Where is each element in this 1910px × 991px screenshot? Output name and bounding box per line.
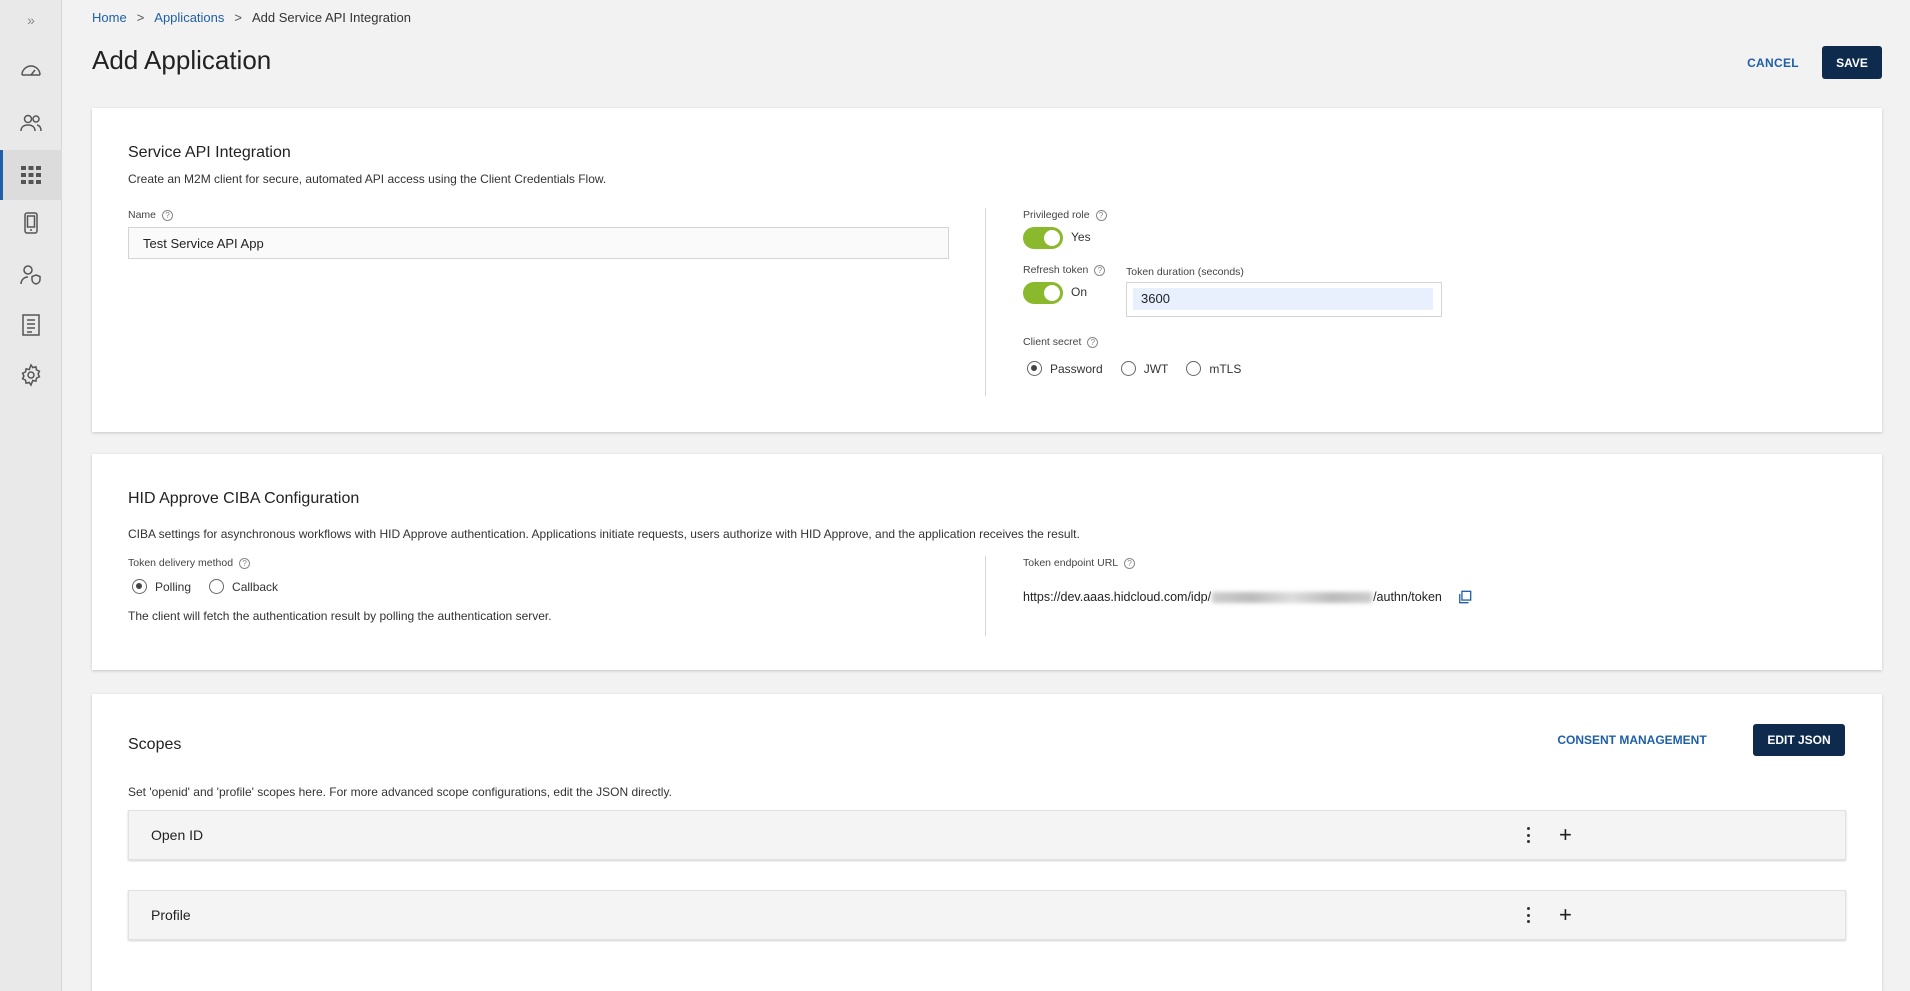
breadcrumb-separator: > (234, 10, 242, 25)
client-secret-radio-group: Password JWT mTLS (1027, 361, 1241, 376)
copy-icon[interactable] (1458, 590, 1472, 604)
device-icon (24, 212, 38, 234)
radio-callback[interactable]: Callback (209, 579, 278, 594)
section-title: Scopes (128, 736, 182, 753)
help-icon[interactable]: ? (1094, 264, 1106, 276)
radio-button-checked[interactable] (132, 579, 147, 594)
scope-label: Open ID (151, 827, 204, 843)
token-duration-value[interactable]: 3600 (1133, 288, 1433, 310)
service-api-card: Service API Integration Create an M2M cl… (92, 108, 1882, 432)
sidebar-item-users[interactable] (0, 98, 62, 148)
name-input[interactable] (128, 227, 949, 259)
users-icon (20, 114, 42, 132)
privileged-role-state: Yes (1071, 230, 1091, 244)
reports-icon (22, 314, 40, 336)
refresh-token-label-text: Refresh token (1023, 264, 1089, 276)
section-description: Set 'openid' and 'profile' scopes here. … (128, 785, 672, 799)
endpoint-url-prefix: https://dev.aaas.hidcloud.com/idp/ (1023, 590, 1212, 604)
refresh-token-toggle[interactable] (1023, 282, 1063, 304)
refresh-token-state: On (1071, 285, 1088, 299)
user-shield-icon (20, 265, 41, 285)
ciba-card: HID Approve CIBA Configuration CIBA sett… (92, 454, 1882, 670)
help-icon[interactable]: ? (239, 557, 251, 569)
breadcrumb-separator: > (136, 10, 145, 25)
add-icon[interactable]: + (1559, 901, 1572, 929)
radio-label: Password (1050, 361, 1103, 376)
section-title: Service API Integration (128, 144, 291, 161)
help-icon[interactable]: ? (1124, 557, 1136, 569)
help-icon[interactable]: ? (1087, 336, 1099, 348)
scope-label: Profile (151, 907, 191, 923)
radio-button-checked[interactable] (1027, 361, 1042, 376)
name-label-text: Name (128, 209, 157, 221)
consent-management-button[interactable]: CONSENT MANAGEMENT (1557, 724, 1707, 756)
save-button[interactable]: SAVE (1822, 46, 1882, 79)
token-endpoint-url: https://dev.aaas.hidcloud.com/idp/ /auth… (1023, 590, 1472, 604)
breadcrumb-applications-link[interactable]: Applications (154, 10, 224, 25)
name-label: Name ? (128, 209, 174, 221)
more-options-icon[interactable] (1524, 905, 1532, 925)
settings-icon (21, 363, 41, 387)
scope-row-openid[interactable]: Open ID + (128, 810, 1846, 860)
breadcrumb: Home > Applications > Add Service API In… (92, 10, 411, 25)
radio-label: mTLS (1209, 361, 1242, 376)
section-description: CIBA settings for asynchronous workflows… (128, 527, 1080, 541)
sidebar-item-applications[interactable] (0, 150, 62, 200)
privileged-role-toggle[interactable] (1023, 227, 1063, 249)
token-delivery-radio-group: Polling Callback (132, 579, 278, 594)
token-delivery-label: Token delivery method ? (128, 557, 251, 569)
token-delivery-note: The client will fetch the authentication… (128, 609, 552, 623)
radio-label: Polling (155, 579, 192, 594)
column-divider (985, 208, 986, 396)
sidebar-item-reports[interactable] (0, 300, 62, 350)
radio-polling[interactable]: Polling (132, 579, 191, 594)
redacted-tenant-id (1212, 591, 1373, 603)
radio-password[interactable]: Password (1027, 361, 1103, 376)
radio-button[interactable] (1120, 361, 1136, 376)
token-duration-field[interactable]: 3600 (1126, 282, 1442, 317)
endpoint-url-suffix: /authn/token (1373, 590, 1442, 604)
applications-grid-icon (21, 166, 41, 184)
breadcrumb-home-link[interactable]: Home (92, 10, 127, 25)
sidebar-item-settings[interactable] (0, 350, 62, 400)
token-duration-label: Token duration (seconds) (1126, 266, 1244, 278)
section-title: HID Approve CIBA Configuration (128, 490, 360, 507)
page-title: Add Application (92, 45, 272, 75)
radio-button[interactable] (1186, 361, 1202, 376)
token-endpoint-label-text: Token endpoint URL (1023, 557, 1119, 569)
dashboard-icon (21, 65, 41, 76)
help-icon[interactable]: ? (1095, 209, 1107, 221)
privileged-role-label-text: Privileged role (1023, 209, 1090, 221)
section-description: Create an M2M client for secure, automat… (128, 172, 607, 186)
radio-label: JWT (1143, 361, 1169, 376)
client-secret-label: Client secret ? (1023, 336, 1099, 348)
radio-button[interactable] (209, 579, 225, 594)
token-delivery-label-text: Token delivery method (128, 557, 234, 569)
privileged-role-label: Privileged role ? (1023, 209, 1107, 221)
edit-json-button[interactable]: EDIT JSON (1753, 724, 1845, 756)
sidebar: » (0, 0, 62, 991)
scope-row-profile[interactable]: Profile + (128, 890, 1846, 940)
scopes-card: Scopes CONSENT MANAGEMENT EDIT JSON Set … (92, 694, 1882, 991)
sidebar-item-identity[interactable] (0, 250, 62, 300)
add-icon[interactable]: + (1559, 821, 1572, 849)
sidebar-expand-toggle[interactable]: » (0, 12, 62, 28)
breadcrumb-current: Add Service API Integration (251, 10, 411, 25)
more-options-icon[interactable] (1524, 825, 1532, 845)
cancel-button[interactable]: CANCEL (1736, 46, 1810, 79)
client-secret-label-text: Client secret (1023, 336, 1082, 348)
refresh-token-label: Refresh token ? (1023, 264, 1106, 276)
radio-jwt[interactable]: JWT (1120, 361, 1169, 376)
token-endpoint-label: Token endpoint URL ? (1023, 557, 1136, 569)
column-divider (985, 556, 986, 636)
sidebar-item-devices[interactable] (0, 198, 62, 248)
radio-mtls[interactable]: mTLS (1186, 361, 1241, 376)
sidebar-item-dashboard[interactable] (0, 46, 62, 96)
radio-label: Callback (232, 579, 279, 594)
help-icon[interactable]: ? (162, 209, 174, 221)
